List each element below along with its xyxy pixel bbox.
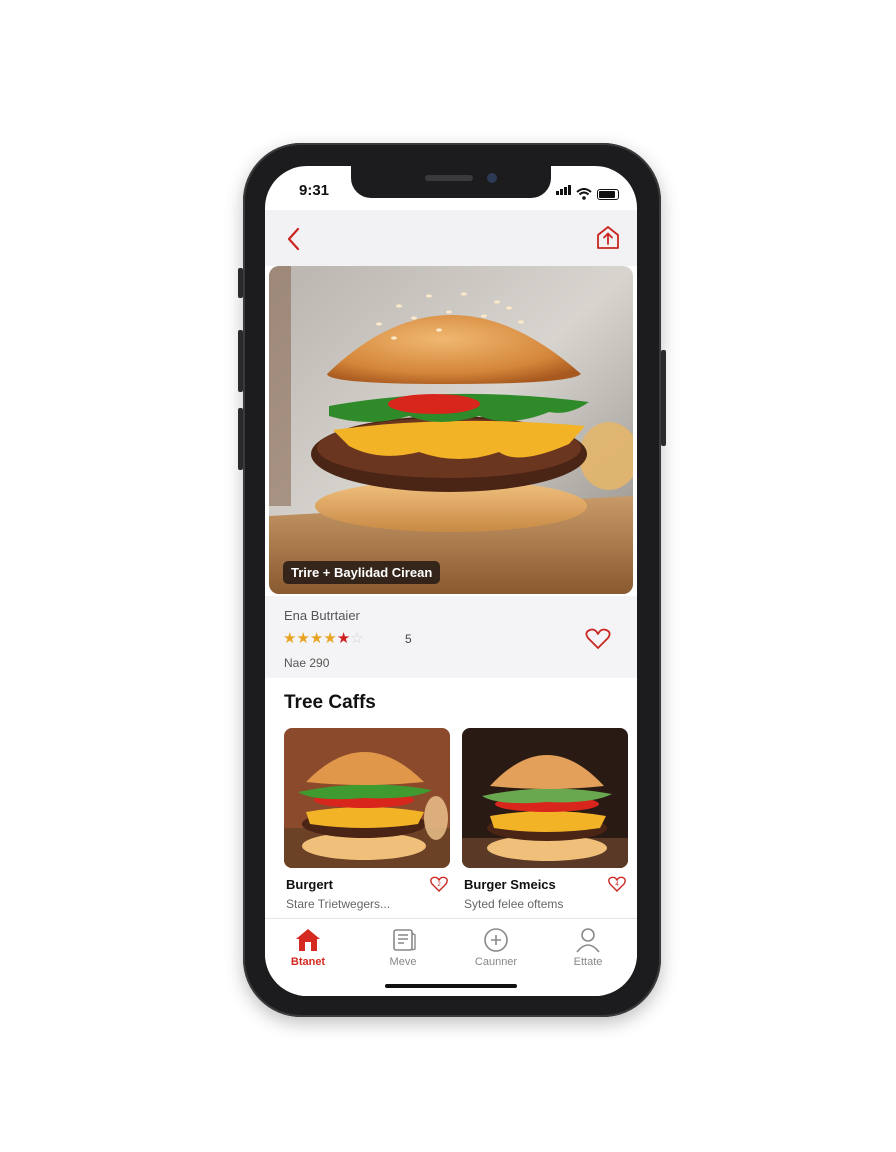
speaker <box>425 175 473 181</box>
volume-up-button <box>238 330 243 392</box>
favorite-button[interactable] <box>585 628 611 650</box>
menu-book-icon <box>393 929 416 951</box>
card-subtitle: Stare Trietwegers... <box>286 897 391 911</box>
status-icons <box>555 182 619 200</box>
card-image <box>462 728 628 868</box>
power-button <box>661 350 666 446</box>
card-title: Burger Smeics <box>464 877 556 892</box>
tab-label: Meve <box>389 956 417 968</box>
share-button[interactable] <box>593 222 623 252</box>
card-title: Burgert <box>286 877 333 892</box>
home-icon <box>296 929 320 951</box>
battery-icon <box>597 189 619 200</box>
wifi-icon <box>576 188 592 200</box>
tab-counter[interactable]: Caunner <box>461 927 531 968</box>
top-bar <box>265 210 637 266</box>
share-icon <box>597 226 619 249</box>
burger-thumbnail <box>284 728 450 868</box>
card-favorite-button[interactable]: 4 <box>608 875 626 893</box>
star-rating: ★★★★★☆ <box>283 629 364 647</box>
product-card[interactable]: Burger Smeics 4 Syted felee oftems <box>462 728 628 911</box>
heart-icon: 4 <box>608 876 626 892</box>
star-half-icon: ★ <box>336 630 351 647</box>
burger-photo <box>269 266 633 594</box>
tab-label: Btanet <box>290 956 326 968</box>
item-name: Ena Butrtaier <box>284 608 360 623</box>
item-price: Nae 290 <box>284 656 330 670</box>
home-indicator[interactable] <box>385 984 517 988</box>
front-camera <box>487 173 497 183</box>
card-subtitle: Syted felee oftems <box>464 897 564 911</box>
star-empty-icon: ☆ <box>350 630 364 647</box>
screen: 9:31 Trire + Baylidad Cirean Ena Butrtai… <box>265 166 637 996</box>
hero-image: Trire + Baylidad Cirean <box>269 266 633 594</box>
hero-caption: Trire + Baylidad Cirean <box>283 561 441 584</box>
notch <box>351 166 551 198</box>
person-icon <box>576 928 600 953</box>
heart-icon: 2 <box>430 876 448 892</box>
rating-count: 5 <box>405 632 412 646</box>
card-fav-badge: 2 <box>437 882 441 888</box>
volume-down-button <box>238 408 243 470</box>
tab-home[interactable]: Btanet <box>273 927 343 968</box>
star-icon: ★ <box>283 630 297 647</box>
tab-profile[interactable]: Ettate <box>553 927 623 968</box>
card-favorite-button[interactable]: 2 <box>430 875 448 893</box>
tab-menu[interactable]: Meve <box>368 927 438 968</box>
star-icon: ★ <box>323 630 337 647</box>
signal-icon <box>555 182 571 200</box>
back-button[interactable] <box>279 224 309 254</box>
heart-icon <box>585 628 611 649</box>
plus-circle-icon <box>484 928 508 952</box>
tab-label: Ettate <box>573 956 603 968</box>
status-time: 9:31 <box>299 182 330 199</box>
item-info: Ena Butrtaier ★★★★★☆ 5 Nae 290 <box>265 596 637 678</box>
card-image <box>284 728 450 868</box>
star-icon: ★ <box>309 630 324 647</box>
tab-label: Caunner <box>474 956 518 968</box>
star-icon: ★ <box>296 630 310 647</box>
product-card[interactable]: Burgert 2 Stare Trietwegers... <box>284 728 450 911</box>
mute-switch <box>238 268 243 298</box>
chevron-left-icon <box>287 227 300 251</box>
section-title: Tree Caffs <box>284 692 376 713</box>
card-fav-badge: 4 <box>615 882 619 888</box>
burger-thumbnail <box>462 728 628 868</box>
